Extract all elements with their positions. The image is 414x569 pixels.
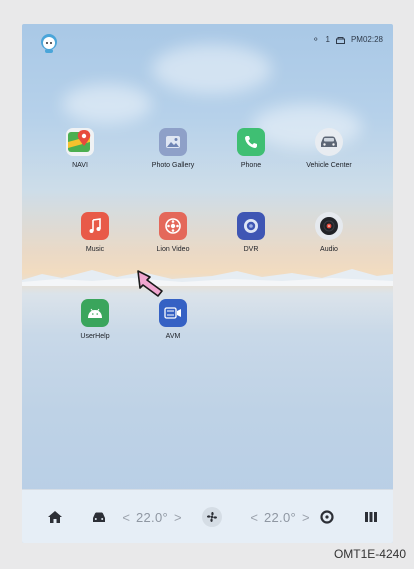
music-icon [81,212,109,240]
app-dvr[interactable]: DVR [215,212,287,253]
photo-gallery-icon [159,128,187,156]
mountain-backdrop [22,269,393,286]
lion-video-icon [159,212,187,240]
notification-count: 1 [325,35,330,44]
driver-temperature-control[interactable]: < 22.0° > [118,508,186,526]
vehicle-center-icon [315,128,343,156]
app-navi[interactable]: NAVI [44,128,116,169]
app-audio[interactable]: Audio [293,212,365,253]
app-photo-gallery[interactable]: Photo Gallery [137,128,209,169]
app-label: UserHelp [80,333,110,340]
app-label: NAVI [72,162,88,169]
temp-increase-button[interactable]: > [302,510,310,525]
app-label: AVM [165,333,181,340]
app-vehicle-center[interactable]: Vehicle Center [293,128,365,169]
app-label: Music [85,246,105,253]
bottom-dock: < 22.0° > < 22.0° > [22,489,393,543]
cloud-decoration [152,44,272,94]
app-label: Phone [240,162,262,169]
app-label: Lion Video [156,246,190,253]
lock-icon [335,36,345,44]
cloud-decoration [62,84,152,124]
phone-icon [237,128,265,156]
driver-temperature: 22.0° [135,509,168,525]
passenger-temperature-control[interactable]: < 22.0° > [246,508,314,526]
dvr-icon [237,212,265,240]
fan-button[interactable] [200,507,224,527]
app-label: DVR [243,246,259,253]
temp-decrease-button[interactable]: < [122,510,130,525]
avm-icon [159,299,187,327]
clock: PM02:28 [350,35,383,44]
passenger-temperature: 22.0° [263,509,296,525]
car-icon[interactable] [90,508,108,526]
pointer-arrow-icon [137,270,163,297]
app-music[interactable]: Music [59,212,131,253]
bell-icon[interactable]: ⚬ [312,35,320,44]
app-label: Vehicle Center [306,162,352,169]
app-phone[interactable]: Phone [215,128,287,169]
app-avm[interactable]: AVM [137,299,209,340]
home-icon[interactable] [46,508,64,526]
steering-icon[interactable] [318,508,336,526]
app-lion-video[interactable]: Lion Video [137,212,209,253]
app-label: Audio [320,246,338,253]
userhelp-icon [81,299,109,327]
audio-icon [315,212,343,240]
temp-decrease-button[interactable]: < [250,510,258,525]
home-screen: ⚬ 1 PM02:28 NAVI Photo Gallery Phone Veh… [22,24,393,543]
fan-icon [202,507,222,527]
navi-icon [66,128,94,156]
assistant-avatar[interactable] [38,32,60,54]
status-bar: ⚬ 1 PM02:28 [312,35,383,45]
app-userhelp[interactable]: UserHelp [59,299,131,340]
temp-increase-button[interactable]: > [174,510,182,525]
app-grid-icon[interactable] [362,508,380,526]
figure-code: OMT1E-4240 [333,547,406,561]
app-label: Photo Gallery [151,162,195,169]
